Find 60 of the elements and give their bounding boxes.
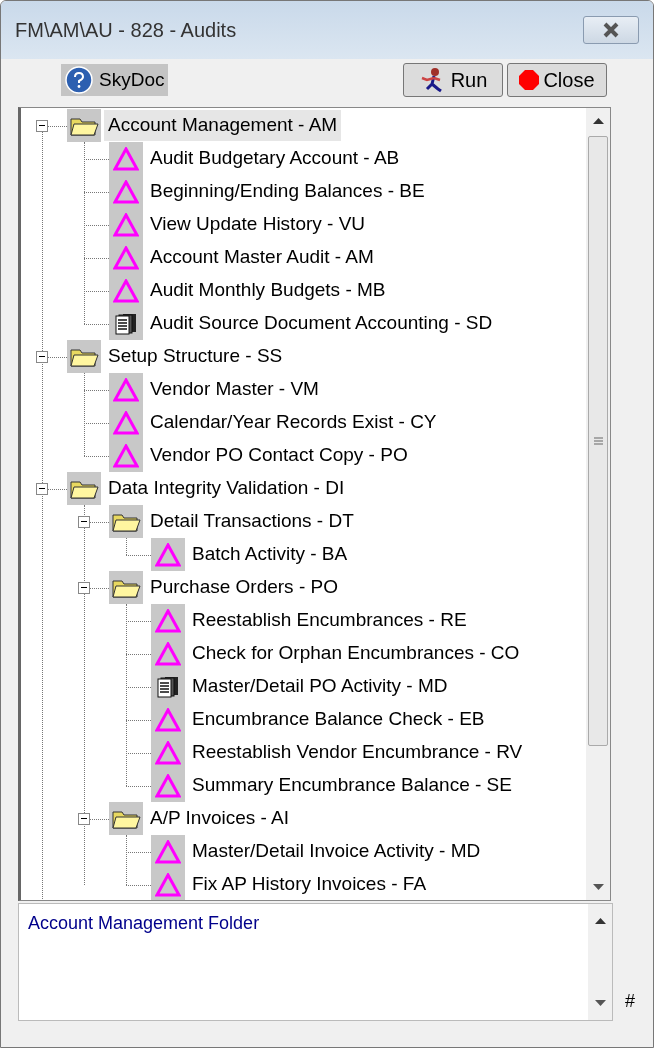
tree-item[interactable]: A/P Invoices - AI (146, 803, 294, 834)
tree-item[interactable]: Calendar/Year Records Exist - CY (146, 407, 441, 438)
tree-item[interactable]: Check for Orphan Encumbrances - CO (188, 638, 524, 669)
help-icon (65, 66, 93, 94)
triangle-icon (113, 410, 139, 435)
help-button[interactable]: SkyDoc (61, 64, 169, 96)
triangle-icon (155, 773, 181, 798)
triangle-icon (155, 839, 181, 864)
scroll-thumb[interactable] (588, 136, 608, 746)
tree-item[interactable]: Reestablish Vendor Encumbrance - RV (188, 737, 527, 768)
tree-item[interactable]: Summary Encumbrance Balance - SE (188, 770, 516, 801)
triangle-icon (155, 608, 181, 633)
collapse-toggle[interactable] (36, 119, 48, 132)
triangle-icon (113, 278, 139, 303)
triangle-icon (155, 707, 181, 732)
tree-item[interactable]: Beginning/Ending Balances - BE (146, 176, 429, 207)
window-title: FM\AM\AU - 828 - Audits (15, 18, 237, 43)
tree-item[interactable]: Master/Detail PO Activity - MD (188, 671, 452, 702)
triangle-icon (113, 179, 139, 204)
collapse-toggle[interactable] (36, 482, 48, 495)
collapse-toggle[interactable] (78, 812, 90, 825)
tree-item[interactable]: Data Integrity Validation - DI (104, 473, 349, 504)
triangle-icon (113, 377, 139, 402)
tree-item[interactable]: Batch Activity - BA (188, 539, 352, 570)
description-text: Account Management Folder (28, 913, 260, 933)
tree-item[interactable]: Account Management - AM (104, 110, 342, 141)
tree-item[interactable]: Master/Detail Invoice Activity - MD (188, 836, 485, 867)
triangle-icon (113, 443, 139, 468)
tree-item[interactable]: Audit Monthly Budgets - MB (146, 275, 390, 306)
tree-item[interactable]: Vendor PO Contact Copy - PO (146, 440, 412, 471)
tree-item[interactable]: Account Master Audit - AM (146, 242, 378, 273)
tree-item[interactable]: Audit Source Document Accounting - SD (146, 308, 497, 339)
stop-icon (519, 70, 540, 90)
run-button[interactable]: Run (403, 63, 503, 97)
close-window-button[interactable] (583, 16, 639, 44)
triangle-icon (155, 872, 181, 897)
close-button[interactable]: Close (507, 63, 607, 97)
document-stack-icon (156, 675, 180, 698)
collapse-toggle[interactable] (78, 515, 90, 528)
side-mark: # (625, 990, 635, 1013)
collapse-toggle[interactable] (78, 581, 90, 594)
tree-item[interactable]: Purchase Orders - PO (146, 572, 342, 603)
close-icon (601, 22, 621, 38)
tree-item[interactable]: Vendor Master - VM (146, 374, 323, 405)
tree-item[interactable]: View Update History - VU (146, 209, 370, 240)
triangle-icon (113, 146, 139, 171)
triangle-icon (113, 212, 139, 237)
tree-item[interactable]: Encumbrance Balance Check - EB (188, 704, 489, 735)
triangle-icon (113, 245, 139, 270)
triangle-icon (155, 542, 181, 567)
collapse-toggle[interactable] (36, 350, 48, 363)
tree-item[interactable]: Setup Structure - SS (104, 341, 287, 372)
tree-item[interactable]: Detail Transactions - DT (146, 506, 358, 537)
triangle-icon (155, 740, 181, 765)
tree-item[interactable]: Fix AP History Invoices - FA (188, 869, 431, 900)
tree-item[interactable]: Audit Budgetary Account - AB (146, 143, 404, 174)
document-stack-icon (114, 312, 138, 335)
triangle-icon (155, 641, 181, 666)
tree-item[interactable]: Reestablish Encumbrances - RE (188, 605, 471, 636)
scrollbar[interactable] (586, 108, 610, 900)
